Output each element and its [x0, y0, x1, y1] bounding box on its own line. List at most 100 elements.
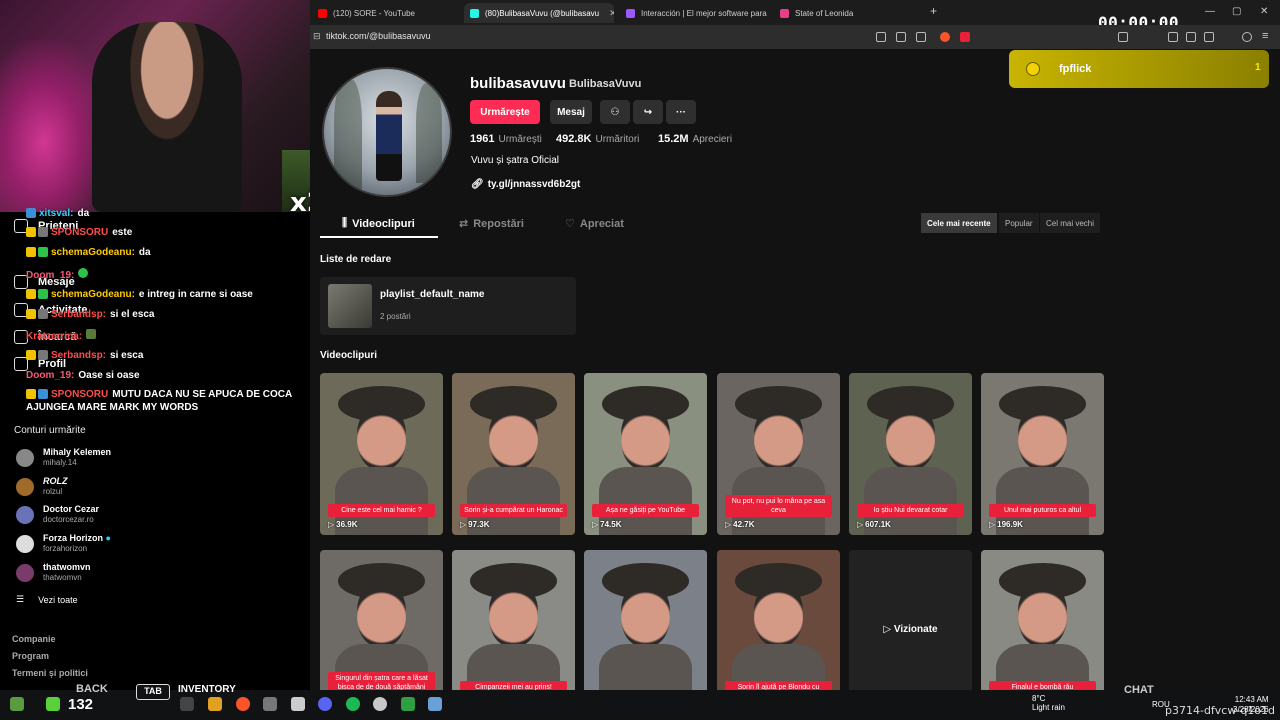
- sort-recent-button[interactable]: Cele mai recente: [921, 213, 997, 233]
- menu-icon[interactable]: ≡: [1262, 30, 1268, 42]
- tab-leonida[interactable]: State of Leonida: [774, 3, 922, 23]
- profile-avatar[interactable]: [322, 67, 452, 197]
- thumbnail-face: [488, 405, 539, 471]
- folder-icon[interactable]: [208, 697, 222, 711]
- spotify-icon[interactable]: [346, 697, 360, 711]
- tiktok-icon: [470, 8, 479, 18]
- discord-icon[interactable]: [318, 697, 332, 711]
- new-tab-button[interactable]: +: [930, 4, 937, 18]
- app-icon[interactable]: [401, 697, 415, 711]
- following-account[interactable]: Mihaly Kelemen mihaly.14: [16, 447, 111, 468]
- game-avatar-icon: [10, 697, 24, 711]
- video-card[interactable]: Finalul e bombă rău: [981, 550, 1104, 690]
- stat-following[interactable]: 1961 Urmărești: [470, 133, 542, 145]
- stat-followers[interactable]: 492.8K Urmăritori: [556, 133, 639, 145]
- footer-link-company[interactable]: Companie: [12, 634, 56, 644]
- steam-icon[interactable]: [373, 697, 387, 711]
- streamer-figure: [92, 22, 242, 212]
- watched-overlay: ▷ Vizionate: [883, 624, 938, 635]
- close-tab-icon[interactable]: ✕: [609, 8, 614, 19]
- video-card[interactable]: Singurul din șatra care a lăsat bisca de…: [320, 550, 443, 690]
- videos-heading: Videoclipuri: [320, 350, 378, 361]
- rewards-icon[interactable]: [960, 32, 970, 42]
- tab-liked[interactable]: ♡ Apreciat: [565, 217, 624, 231]
- tab-reposts[interactable]: ⇄ Repostări: [459, 217, 524, 231]
- video-card[interactable]: Așa ne găsiți pe YouTube ▷ 74.5K: [584, 373, 707, 535]
- video-card[interactable]: ▷ Vizionate: [849, 550, 972, 690]
- video-caption: Unul mai puturos ca altul: [989, 504, 1096, 517]
- weather-widget[interactable]: 8°C Light rain: [1032, 694, 1065, 712]
- clock[interactable]: 12:43 AM 3/28/2026: [1233, 695, 1269, 715]
- viewer-count: 132: [68, 696, 94, 713]
- thumbnail-face: [753, 405, 804, 471]
- brave-shield-icon[interactable]: [940, 32, 950, 42]
- video-card[interactable]: Sorin îl ajută pe Blondu cu: [717, 550, 840, 690]
- verified-icon: ●: [105, 533, 111, 543]
- share-button[interactable]: ↪: [633, 100, 663, 124]
- play-icon: ▷: [592, 520, 599, 529]
- playlist-card[interactable]: playlist_default_name 2 postări: [320, 277, 576, 335]
- thumbnail-face: [753, 582, 804, 648]
- video-card[interactable]: Sorin și-a cumpărat un Haronac ▷ 97.3K: [452, 373, 575, 535]
- files-icon[interactable]: [180, 697, 194, 711]
- message-button[interactable]: Mesaj: [550, 100, 592, 124]
- video-views: ▷ 36.9K: [328, 520, 358, 529]
- emote-icon: [78, 268, 89, 278]
- add-friend-button[interactable]: ⚇: [600, 100, 630, 124]
- obs-icon[interactable]: [263, 697, 277, 711]
- store-icon[interactable]: [291, 697, 305, 711]
- playlist-thumbnail: [328, 284, 372, 328]
- chat-message: SPONSORU este: [26, 226, 326, 239]
- profile-bio: Vuvu și șatra Oficial: [471, 155, 559, 166]
- following-account[interactable]: ROLZ rolzul: [16, 476, 68, 497]
- settings-icon[interactable]: [428, 697, 442, 711]
- url-text[interactable]: tiktok.com/@bulibasavuvu: [326, 31, 431, 41]
- follow-button[interactable]: Urmărește: [470, 100, 540, 124]
- video-caption: Așa ne găsiți pe YouTube: [592, 504, 699, 517]
- brave-icon[interactable]: [236, 697, 250, 711]
- following-account[interactable]: thatwomvn thatwomvn: [16, 562, 91, 583]
- video-card[interactable]: Cine este cel mai harnic ? ▷ 36.9K: [320, 373, 443, 535]
- tab-youtube[interactable]: (120) SORE - YouTube: [312, 3, 462, 23]
- video-card[interactable]: Cimpanzeii mei au prins!: [452, 550, 575, 690]
- see-all-link[interactable]: ☰ Vezi toate: [16, 594, 78, 605]
- video-card[interactable]: [584, 550, 707, 690]
- wallet-icon[interactable]: [1204, 32, 1214, 42]
- tab-interaccion[interactable]: Interacción | El mejor software para: [620, 3, 768, 23]
- sort-popular-button[interactable]: Popular: [999, 213, 1039, 233]
- heart-icon: ♡: [565, 218, 575, 230]
- avatar: [16, 477, 34, 496]
- maximize-icon[interactable]: ▢: [1232, 6, 1241, 17]
- tab-tiktok[interactable]: (80)BulibasaVuvu (@bulibasavu ✕: [464, 3, 614, 23]
- video-card[interactable]: Io știu Nui devarat cotar ▷ 607.1K: [849, 373, 972, 535]
- close-window-icon[interactable]: ✕: [1260, 6, 1268, 17]
- footer-link-program[interactable]: Program: [12, 651, 49, 661]
- chat-message: xitsval: da: [26, 207, 326, 220]
- sidebar-icon[interactable]: [1186, 32, 1196, 42]
- sort-oldest-button[interactable]: Cel mai vechi: [1040, 213, 1101, 233]
- video-card[interactable]: Unul mai puturos ca altul ▷ 196.9K: [981, 373, 1104, 535]
- extensions-icon[interactable]: [1118, 32, 1128, 42]
- profile-link[interactable]: 🔗︎ ty.gl/jnnassvd6b2gt: [471, 179, 580, 190]
- tab-videos[interactable]: ⫼ Videoclipuri: [342, 217, 415, 230]
- active-tab-indicator: [320, 236, 438, 238]
- more-options-button[interactable]: ···: [666, 100, 696, 124]
- play-icon: ▷: [725, 520, 732, 529]
- video-card[interactable]: Nu pot, nu pui lo mâna pe asa ceva ▷ 42.7K: [717, 373, 840, 535]
- following-account[interactable]: Forza Horizon ● forzahorizon: [16, 533, 111, 554]
- cast-icon[interactable]: [896, 32, 906, 42]
- address-bar[interactable]: ⊟ tiktok.com/@bulibasavuvu ≡: [310, 25, 1280, 49]
- app-icon: [780, 8, 789, 18]
- following-account[interactable]: Doctor Cezar doctorcezar.ro: [16, 504, 99, 525]
- app-icon: [626, 8, 635, 18]
- music-icon[interactable]: [1168, 32, 1178, 42]
- vpn-icon[interactable]: [1242, 32, 1252, 42]
- footer-link-terms[interactable]: Termeni și politici: [12, 668, 88, 678]
- play-icon: ▷: [460, 520, 467, 529]
- webcam-overlay: x2: [0, 0, 310, 212]
- mute-icon[interactable]: [876, 32, 886, 42]
- share-page-icon[interactable]: [916, 32, 926, 42]
- minimize-icon[interactable]: —: [1205, 6, 1215, 17]
- playlists-heading: Liste de redare: [320, 254, 392, 265]
- tab-hint: TAB: [136, 684, 170, 700]
